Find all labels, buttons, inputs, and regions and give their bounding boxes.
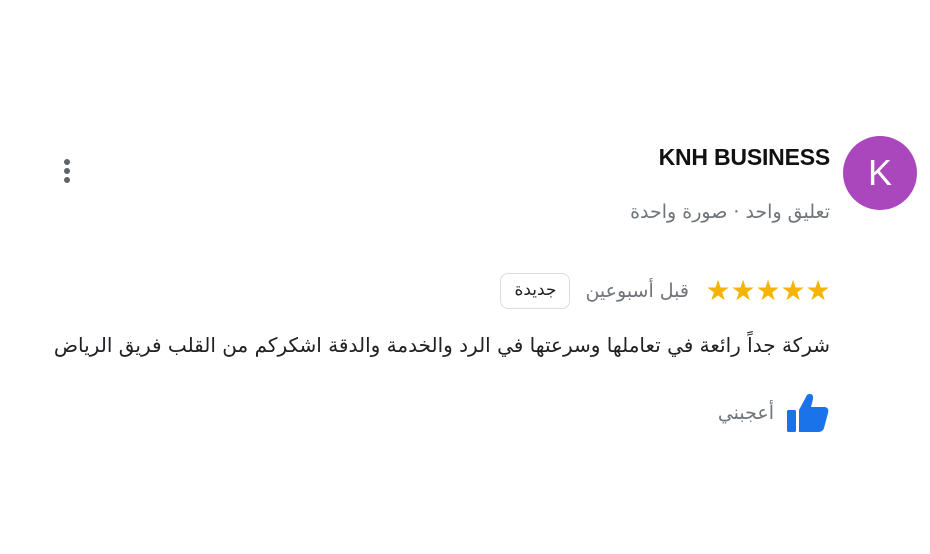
review-card: K KNH BUSINESS تعليق واحد · صورة واحدة ★… (0, 0, 930, 554)
star-icon: ★ (705, 274, 730, 307)
like-button[interactable]: أعجبني (718, 392, 830, 434)
more-vertical-icon-dot (64, 177, 70, 183)
star-icon: ★ (755, 274, 780, 307)
review-text: شركة جداً رائعة في تعاملها وسرعتها في ال… (53, 333, 830, 357)
review-time: قبل أسبوعين (585, 280, 689, 302)
rating-row: ★ ★ ★ ★ ★ قبل أسبوعين جديدة (500, 270, 831, 312)
more-vertical-icon-dot (64, 168, 70, 174)
new-badge: جديدة (500, 273, 571, 309)
author-name[interactable]: KNH BUSINESS (659, 144, 831, 171)
star-icon: ★ (730, 274, 755, 307)
more-options-button[interactable] (54, 154, 80, 188)
author-meta: تعليق واحد · صورة واحدة (630, 201, 830, 223)
more-vertical-icon (64, 159, 70, 165)
author-avatar[interactable]: K (843, 136, 917, 210)
thumbs-up-icon (786, 392, 830, 434)
star-rating: ★ ★ ★ ★ ★ (705, 277, 830, 305)
like-label: أعجبني (717, 402, 774, 424)
star-icon: ★ (780, 274, 805, 307)
star-icon: ★ (805, 274, 830, 307)
